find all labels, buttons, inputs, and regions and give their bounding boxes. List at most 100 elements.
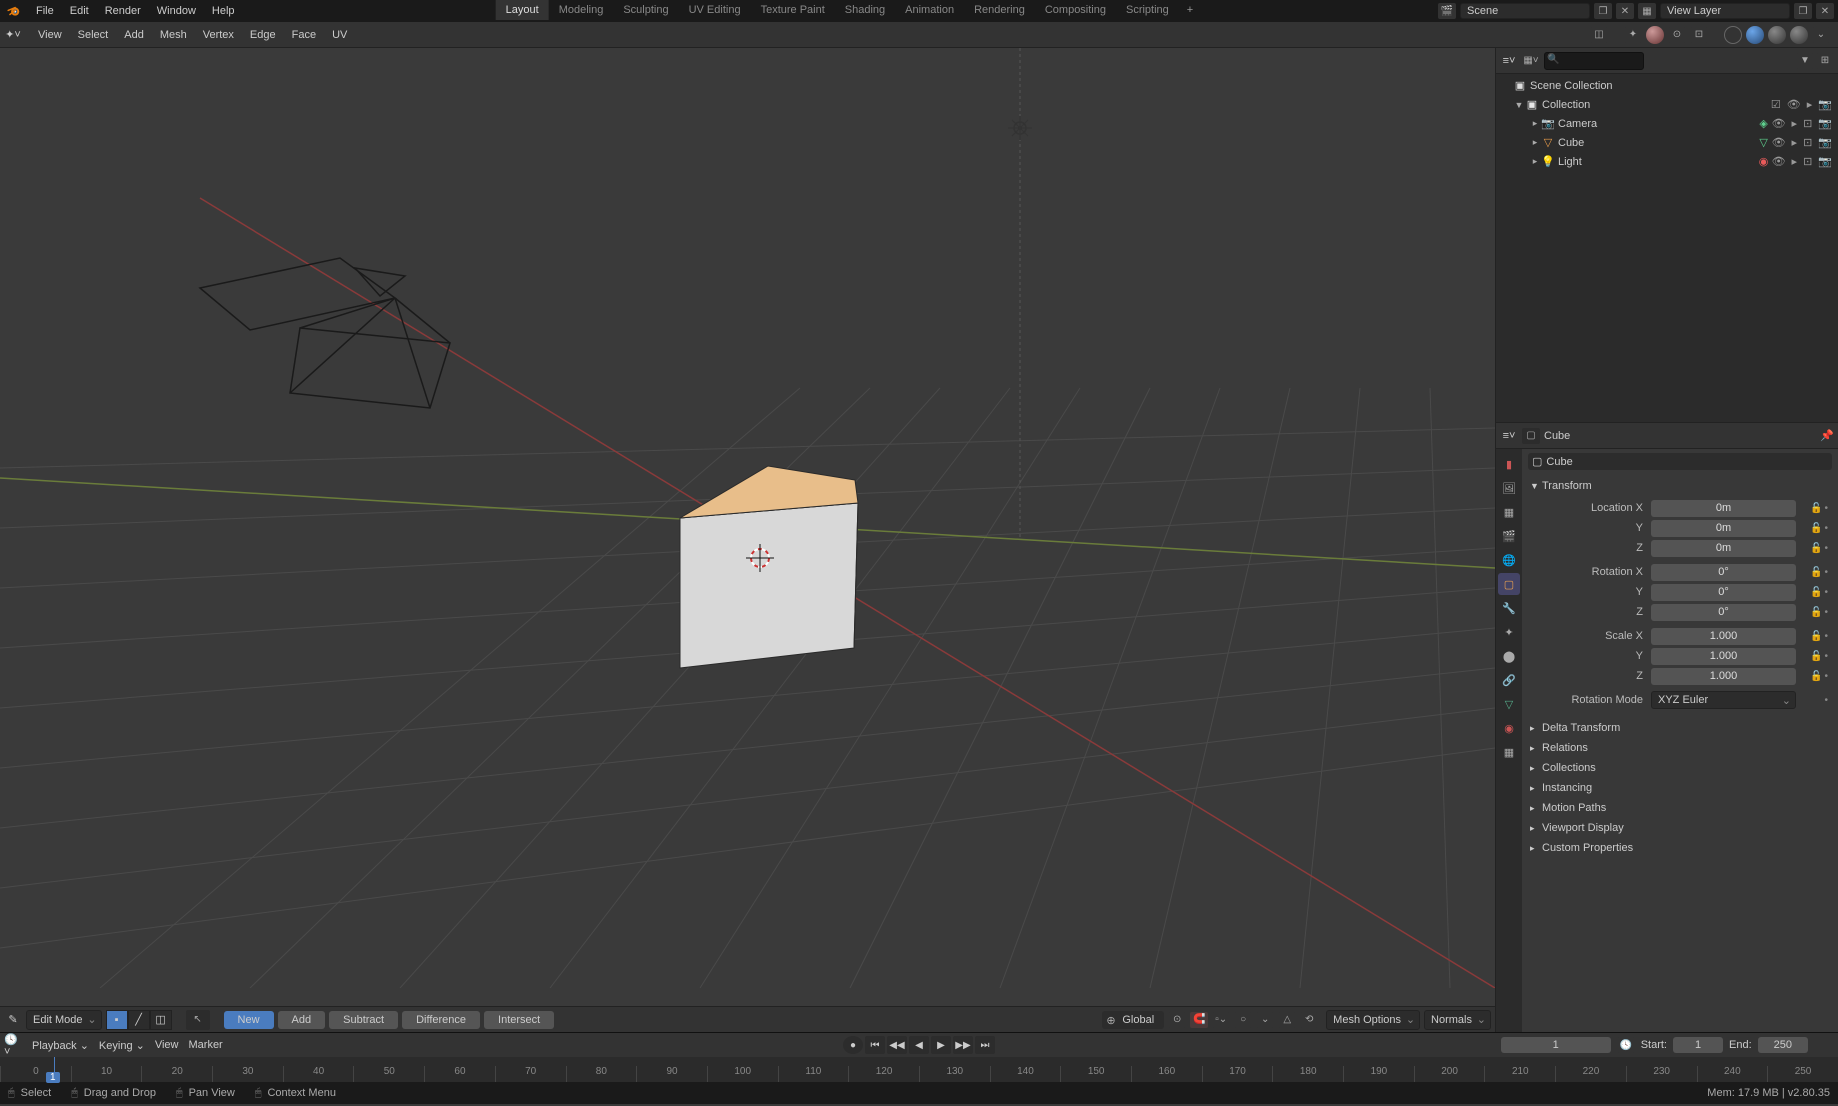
anim-dot-icon[interactable]: • [1824,651,1828,662]
location-z-input[interactable] [1651,540,1796,557]
normals-dropdown[interactable]: Normals [1424,1010,1491,1030]
relations-panel-header[interactable]: ▸Relations [1528,738,1832,758]
anim-dot-icon[interactable]: • [1824,671,1828,682]
rotation-y-input[interactable] [1651,584,1796,601]
select-mode-vertex[interactable]: ▪ [106,1010,128,1030]
tl-menu-marker[interactable]: Marker [189,1039,223,1051]
tab-mesh-icon[interactable]: ▽ [1498,693,1520,715]
keyframe-next-icon[interactable]: ▶▶ [953,1036,973,1054]
workspace-rendering[interactable]: Rendering [964,0,1035,20]
outliner-search-input[interactable] [1544,52,1644,70]
bool-subtract-button[interactable]: Subtract [329,1011,398,1029]
vlayer-browse-icon[interactable]: ▦ [1638,3,1656,19]
outliner-row-scene[interactable]: ▣ Scene Collection [1496,76,1838,95]
render-vis-icon[interactable]: 📷 [1818,136,1832,149]
scale-z-input[interactable] [1651,668,1796,685]
workspace-shading[interactable]: Shading [835,0,895,20]
bool-difference-button[interactable]: Difference [402,1011,480,1029]
bool-add-button[interactable]: Add [278,1011,326,1029]
viewport-vis-icon[interactable]: ▸ [1792,155,1798,168]
tab-output-icon[interactable]: 🖼 [1498,477,1520,499]
shading-rendered-icon[interactable] [1790,26,1808,44]
viewport-vis-icon[interactable]: ▸ [1792,117,1798,130]
workspace-compositing[interactable]: Compositing [1035,0,1116,20]
rotation-x-input[interactable] [1651,564,1796,581]
lock-icon[interactable]: 🔓 [1810,523,1822,534]
view-layer-field[interactable]: View Layer [1660,3,1790,19]
delta-panel-header[interactable]: ▸Delta Transform [1528,718,1832,738]
lock-icon[interactable]: 🔓 [1810,587,1822,598]
object-name-field[interactable]: ▢ Cube [1528,453,1832,470]
vp-menu-face[interactable]: Face [284,29,324,41]
timeline-track[interactable]: 0102030405060708090100110120130140150160… [0,1057,1838,1082]
anim-dot-icon[interactable]: • [1824,543,1828,554]
scale-y-input[interactable] [1651,648,1796,665]
tl-menu-keying[interactable]: Keying ⌄ [99,1039,145,1052]
eye-icon[interactable]: 👁 [1772,117,1786,130]
anim-dot-icon[interactable]: • [1824,523,1828,534]
preview-range-icon[interactable]: 🕓 [1617,1037,1635,1053]
workspace-texpaint[interactable]: Texture Paint [751,0,835,20]
snap-icon[interactable]: 🧲 [1190,1012,1208,1028]
outliner-new-collection-icon[interactable]: ⊞ [1816,53,1834,69]
viewport-vis-icon[interactable]: ▸ [1807,98,1813,111]
outliner-editor-icon[interactable]: ≡˅ [1500,52,1518,70]
eye-icon[interactable]: 👁 [1772,155,1786,168]
mode-dropdown[interactable]: Edit Mode [26,1010,102,1030]
tab-physics-icon[interactable]: ⬤ [1498,645,1520,667]
outliner-filter-icon[interactable]: ▼ [1796,53,1814,69]
render-vis-icon[interactable]: 📷 [1818,117,1832,130]
proportional-icon[interactable]: ○ [1234,1012,1252,1028]
workspace-add[interactable]: + [1179,0,1201,20]
tl-menu-view[interactable]: View [155,1039,179,1051]
play-icon[interactable]: ▶ [931,1036,951,1054]
viewport-panel-header[interactable]: ▸Viewport Display [1528,818,1832,838]
bool-intersect-button[interactable]: Intersect [484,1011,554,1029]
workspace-scripting[interactable]: Scripting [1116,0,1179,20]
vp-menu-add[interactable]: Add [116,29,152,41]
collections-panel-header[interactable]: ▸Collections [1528,758,1832,778]
anim-dot-icon[interactable]: • [1824,607,1828,618]
outliner-row-camera[interactable]: ▸📷 Camera ◈ 👁▸⊡📷 [1496,114,1838,133]
vp-toggle-camera-icon[interactable]: ◫ [1590,27,1608,43]
mesh-options-dropdown[interactable]: Mesh Options [1326,1010,1420,1030]
selectable-icon[interactable]: ⊡ [1803,117,1812,130]
lock-icon[interactable]: 🔓 [1810,503,1822,514]
anim-dot-icon[interactable]: • [1824,567,1828,578]
transform-orientation[interactable]: Global [1102,1011,1164,1029]
tool-cursor-icon[interactable]: ↖ [186,1010,210,1030]
shading-dropdown-icon[interactable]: ⌄ [1812,27,1830,43]
vp-menu-uv[interactable]: UV [324,29,355,41]
menu-edit[interactable]: Edit [62,5,97,17]
vp-menu-edge[interactable]: Edge [242,29,284,41]
tab-viewlayer-icon[interactable]: ▦ [1498,501,1520,523]
lock-icon[interactable]: 🔓 [1810,607,1822,618]
play-reverse-icon[interactable]: ◀ [909,1036,929,1054]
custom-panel-header[interactable]: ▸Custom Properties [1528,838,1832,858]
location-y-input[interactable] [1651,520,1796,537]
lock-icon[interactable]: 🔓 [1810,631,1822,642]
tl-menu-playback[interactable]: Playback ⌄ [32,1039,89,1052]
lock-icon[interactable]: 🔓 [1810,567,1822,578]
3d-viewport[interactable] [0,48,1495,1006]
outliner-row-cube[interactable]: ▸▽ Cube ▽ 👁▸⊡📷 [1496,133,1838,152]
anim-dot-icon[interactable]: • [1824,631,1828,642]
current-frame-field[interactable]: 1 [1501,1037,1611,1053]
menu-render[interactable]: Render [97,5,149,17]
menu-file[interactable]: File [28,5,62,17]
exclude-toggle-icon[interactable]: ☑ [1771,98,1781,111]
lock-icon[interactable]: 🔓 [1810,671,1822,682]
shading-lookdev-icon[interactable] [1768,26,1786,44]
workspace-uv[interactable]: UV Editing [679,0,751,20]
properties-editor-icon[interactable]: ≡˅ [1500,427,1518,445]
viewport-vis-icon[interactable]: ▸ [1792,136,1798,149]
shading-wireframe-icon[interactable] [1724,26,1742,44]
tab-world-icon[interactable]: 🌐 [1498,549,1520,571]
vp-menu-vertex[interactable]: Vertex [195,29,242,41]
vp-overlay-sphere1-icon[interactable] [1646,26,1664,44]
mode-icon[interactable]: ✎ [4,1011,22,1029]
workspace-layout[interactable]: Layout [496,0,549,20]
vp-menu-mesh[interactable]: Mesh [152,29,195,41]
selectable-icon[interactable]: ⊡ [1803,155,1812,168]
bool-new-button[interactable]: New [224,1011,274,1029]
